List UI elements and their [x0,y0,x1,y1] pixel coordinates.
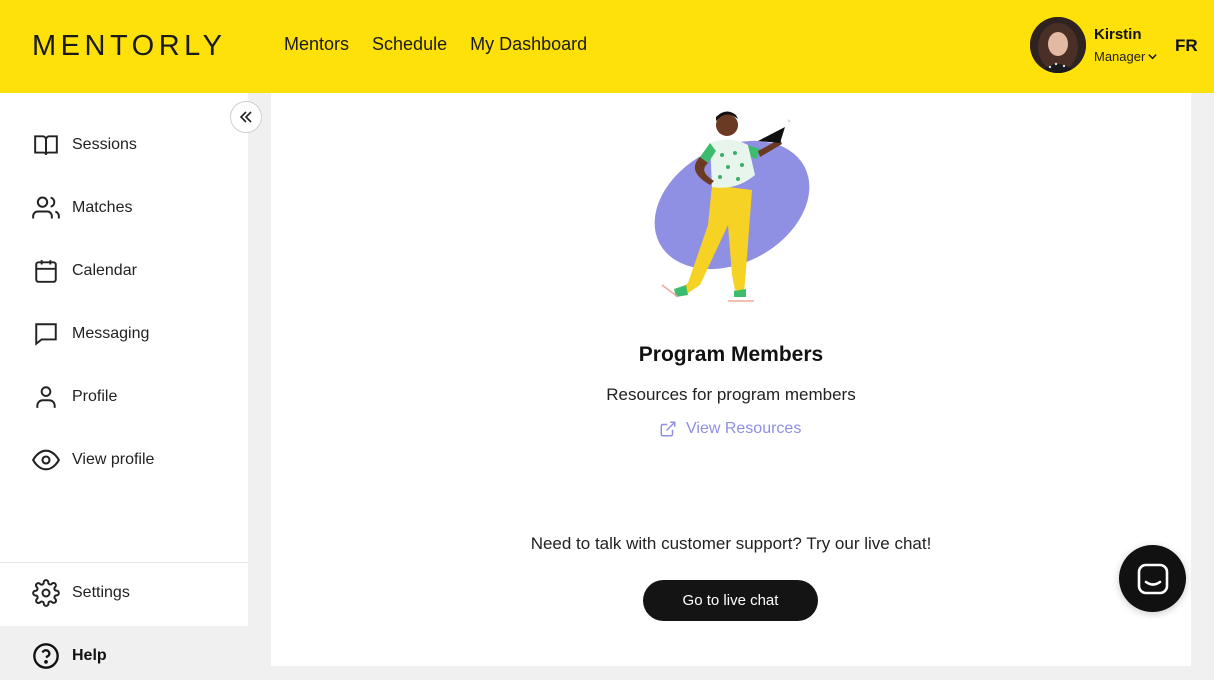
main-nav: Mentors Schedule My Dashboard [284,34,610,55]
view-resources-label: View Resources [686,420,802,437]
external-link-icon [660,421,676,437]
view-resources-link[interactable]: View Resources [659,420,801,438]
sidebar-item-label: View profile [72,451,155,468]
user-name[interactable]: Kirstin [1094,26,1142,43]
double-chevron-left-icon [239,111,252,123]
support-text: Need to talk with customer support? Try … [530,534,932,553]
sidebar-item-help[interactable]: Help [0,636,248,676]
sidebar-item-settings[interactable]: Settings [0,573,248,613]
sidebar-item-view-profile[interactable]: View profile [0,440,248,480]
question-icon [32,642,60,670]
sidebar-item-label: Profile [72,388,118,405]
sidebar-divider [0,562,248,563]
language-toggle[interactable]: FR [1175,36,1198,56]
chevron-down-icon [1148,54,1157,60]
page-title: Program Members [638,343,824,366]
user-icon [32,383,60,411]
nav-my-dashboard[interactable]: My Dashboard [470,34,587,55]
sidebar-item-label: Help [72,647,107,664]
nav-schedule[interactable]: Schedule [372,34,447,55]
user-menu-toggle[interactable]: Manager [1094,49,1158,64]
sidebar-item-calendar[interactable]: Calendar [0,251,248,291]
sidebar-item-label: Calendar [72,262,137,279]
book-icon [32,131,60,159]
collapse-sidebar-button[interactable] [230,101,262,133]
sidebar-item-sessions[interactable]: Sessions [0,125,248,165]
sidebar-item-profile[interactable]: Profile [0,377,248,417]
eye-icon [32,446,60,474]
user-role: Manager [1094,49,1146,64]
top-header: MENTORLY Mentors Schedule My Dashboard K… [0,0,1214,93]
users-icon [32,194,60,222]
page-subtitle: Resources for program members [606,385,856,404]
nav-mentors[interactable]: Mentors [284,34,349,55]
live-chat-launcher[interactable] [1119,545,1186,612]
sidebar-item-matches[interactable]: Matches [0,188,248,228]
sidebar-item-label: Messaging [72,325,150,342]
go-to-live-chat-button[interactable]: Go to live chat [643,580,818,621]
sidebar-item-messaging[interactable]: Messaging [0,314,248,354]
avatar[interactable] [1030,17,1086,73]
mentorly-logo[interactable]: MENTORLY [32,30,226,63]
sidebar-item-label: Matches [72,199,133,216]
chat-icon [1137,563,1168,594]
message-icon [32,320,60,348]
program-members-illustration [640,105,830,310]
sidebar-item-label: Sessions [72,136,137,153]
gear-icon [32,579,60,607]
sidebar-item-label: Settings [72,584,130,601]
calendar-icon [32,257,60,285]
